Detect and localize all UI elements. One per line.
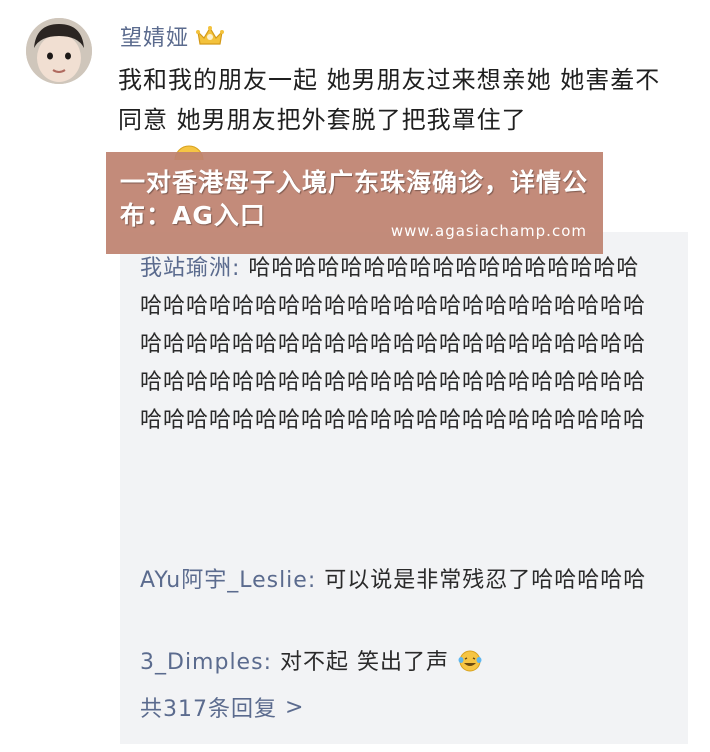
reply-item[interactable]: 我站瑜洲: 哈哈哈哈哈哈哈哈哈哈哈哈哈哈哈哈哈哈哈哈哈哈哈哈哈哈哈哈哈哈哈哈哈哈…: [140, 250, 660, 440]
reply-author[interactable]: 我站瑜洲: [140, 256, 232, 281]
reply-text: 可以说是非常残忍了哈哈哈哈哈: [324, 568, 647, 593]
reply-text: 哈哈哈哈哈哈哈哈哈哈哈哈哈哈哈哈哈哈哈哈哈哈哈哈哈哈哈哈哈哈哈哈哈哈哈哈哈哈哈哈…: [140, 256, 647, 433]
crown-icon: [195, 24, 225, 48]
more-replies-label[interactable]: 共317条回复: [140, 691, 277, 723]
laughing-tears-emoji-icon: [457, 647, 483, 672]
reply-author[interactable]: AYu阿宇_Leslie: [140, 568, 308, 593]
comment-author[interactable]: 望婧娅: [120, 18, 225, 54]
avatar[interactable]: [26, 18, 92, 84]
reply-item[interactable]: 3_Dimples: 对不起 笑出了声: [140, 644, 660, 682]
reply-separator: :: [307, 568, 325, 593]
chevron-right-icon: >: [285, 694, 305, 720]
reply-item[interactable]: AYu阿宇_Leslie: 可以说是非常残忍了哈哈哈哈哈: [140, 562, 660, 600]
view-all-replies-link[interactable]: 共317条回复 >: [140, 688, 304, 726]
child-photo-icon: [26, 18, 92, 84]
reply-separator: :: [232, 256, 249, 281]
reply-author[interactable]: 3_Dimples: [140, 650, 264, 675]
reply-separator: :: [263, 650, 280, 675]
ad-overlay-url[interactable]: www.agasiachamp.com: [391, 222, 587, 240]
comment-text: 我和我的朋友一起 她男朋友过来想亲她 她害羞不同意 她男朋友把外套脱了把我罩住了: [118, 66, 661, 134]
reply-text: 对不起 笑出了声: [279, 650, 449, 675]
ad-overlay-banner[interactable]: 一对香港母子入境广东珠海确诊，详情公布：AG入口 www.agasiachamp…: [106, 152, 603, 254]
username-text[interactable]: 望婧娅: [120, 20, 189, 52]
